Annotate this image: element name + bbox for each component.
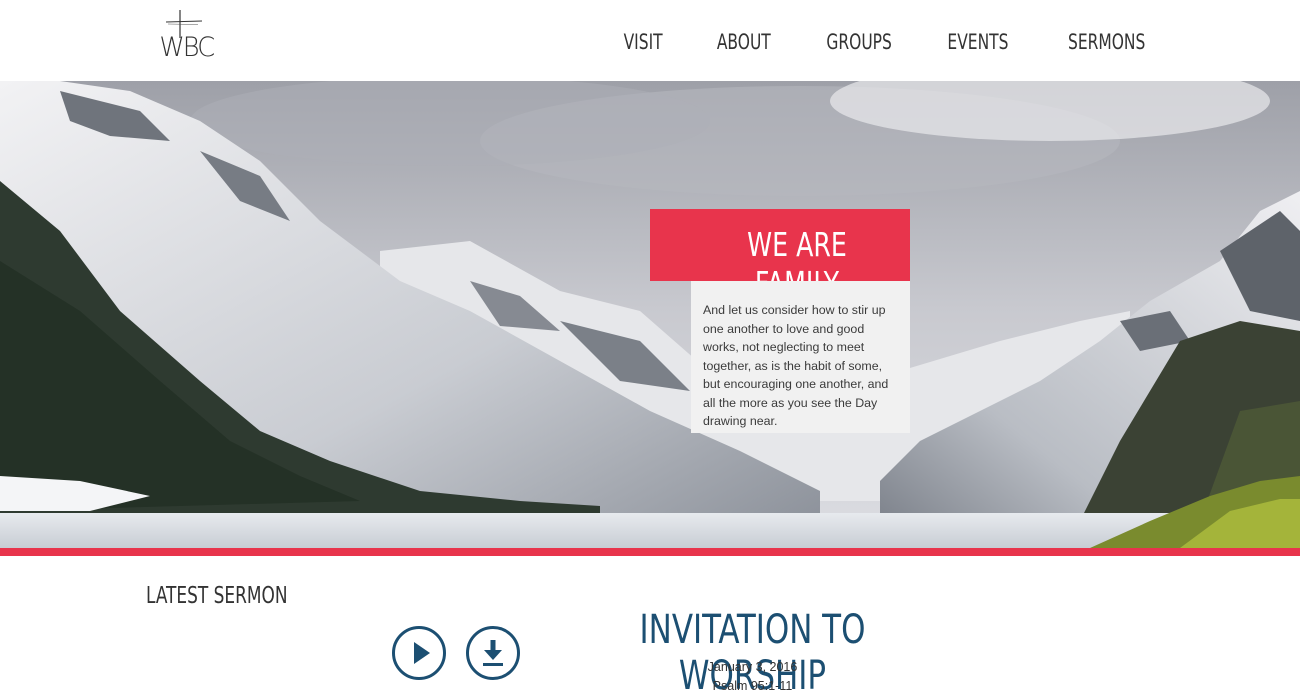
play-icon xyxy=(414,642,430,664)
download-icon xyxy=(483,640,503,666)
church-logo[interactable]: WBC xyxy=(158,8,215,70)
hero-verse-box: And let us consider how to stir up one a… xyxy=(691,281,910,433)
sermon-date: January 3, 2016 xyxy=(707,660,798,674)
sermon-scripture-reference: Psalm 95:1-11 xyxy=(712,679,793,693)
play-button[interactable] xyxy=(392,626,446,680)
download-button[interactable] xyxy=(466,626,520,680)
hero-image xyxy=(0,81,1300,548)
nav-visit[interactable]: VISIT xyxy=(624,30,663,54)
hero-verse-text: And let us consider how to stir up one a… xyxy=(703,303,889,428)
nav-sermons[interactable]: SERMONS xyxy=(1068,30,1145,54)
site-header: WBC VISIT ABOUT GROUPS EVENTS SERMONS xyxy=(0,0,1300,81)
nav-events[interactable]: EVENTS xyxy=(948,30,1009,54)
hero-tagline-box: WE ARE FAMILY xyxy=(650,209,910,303)
mountain-landscape-image xyxy=(0,81,1300,548)
accent-stripe xyxy=(0,548,1300,556)
logo-text: WBC xyxy=(159,32,215,63)
latest-sermon-heading: LATEST SERMON xyxy=(146,583,288,609)
nav-groups[interactable]: GROUPS xyxy=(827,30,892,54)
nav-about[interactable]: ABOUT xyxy=(716,30,770,54)
main-nav: VISIT ABOUT GROUPS EVENTS SERMONS xyxy=(615,30,1145,54)
